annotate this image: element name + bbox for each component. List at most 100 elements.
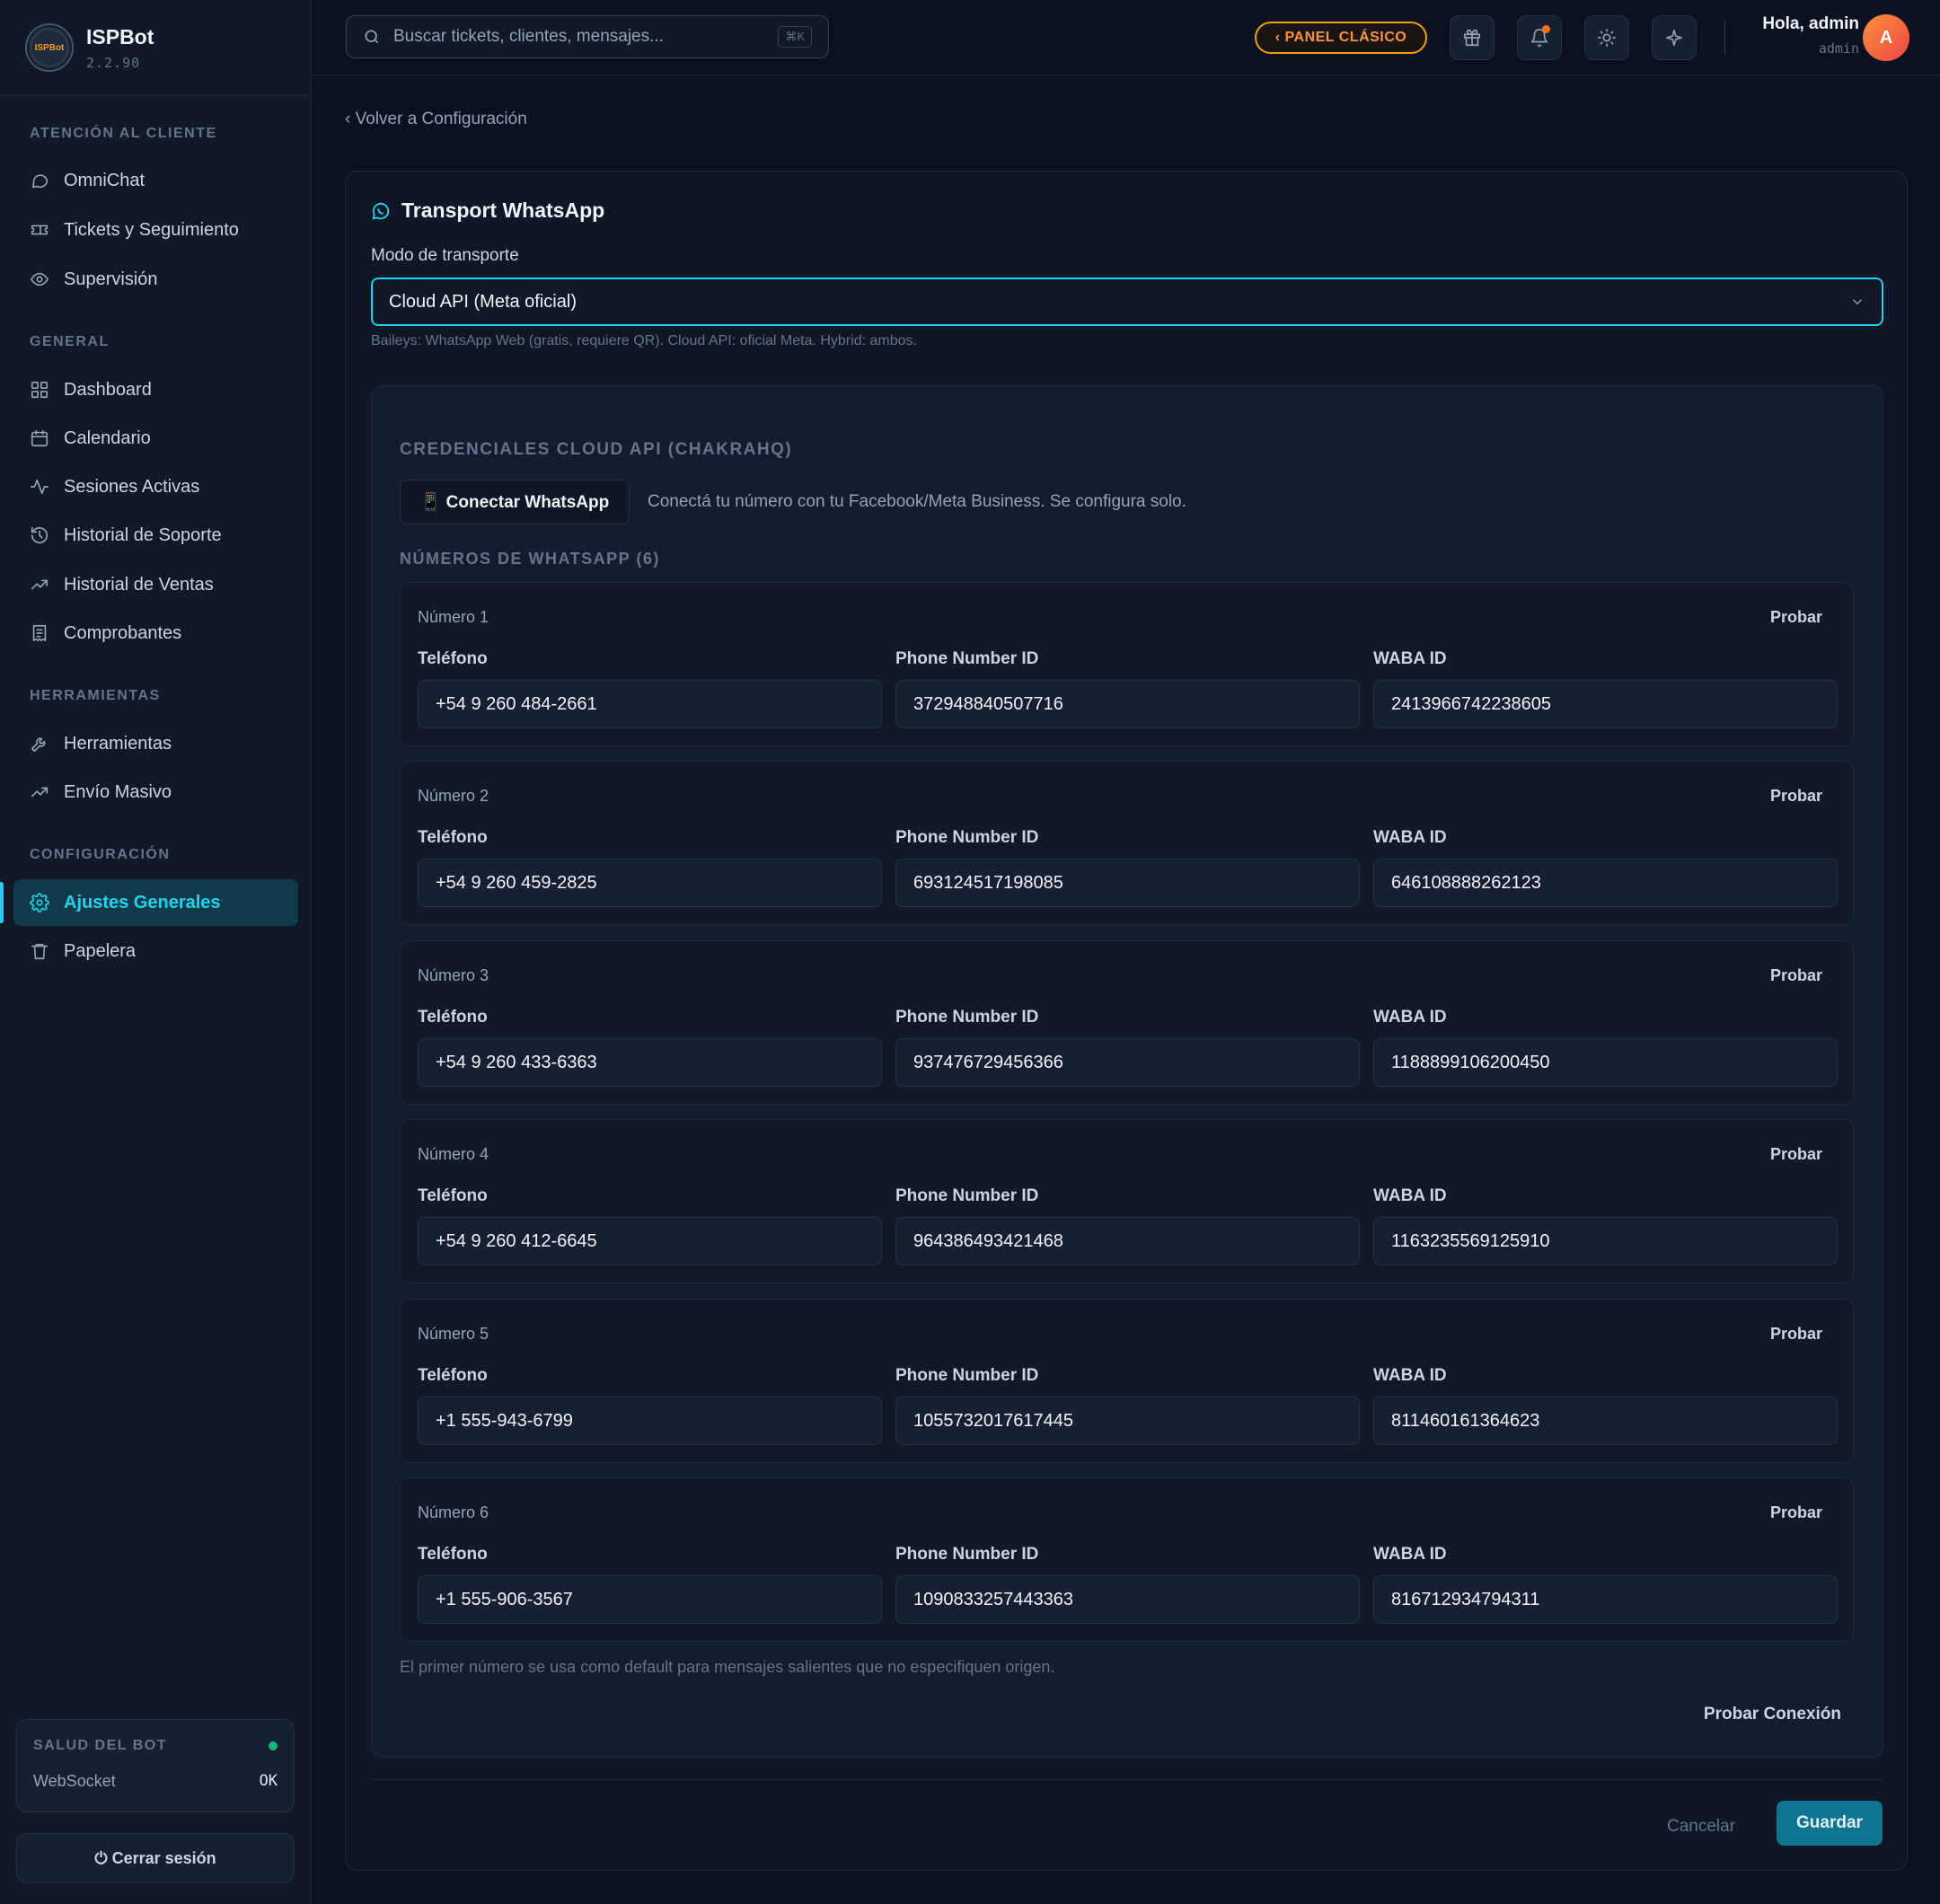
wrench-icon bbox=[30, 734, 49, 754]
sidebar-item-ajustes-generales[interactable]: Ajustes Generales bbox=[13, 879, 298, 926]
top-header: Buscar tickets, clientes, mensajes... ⌘K… bbox=[312, 0, 1940, 75]
nav-section-title: ATENCIÓN AL CLIENTE bbox=[30, 126, 217, 141]
number-title: Número 5 bbox=[418, 1325, 489, 1343]
phone-id-label: Phone Number ID bbox=[895, 1008, 1039, 1027]
notifications-button[interactable] bbox=[1517, 15, 1562, 60]
health-value: OK bbox=[259, 1772, 278, 1790]
user-role: admin bbox=[1818, 40, 1859, 57]
mode-hint: Baileys: WhatsApp Web (gratis, requiere … bbox=[371, 333, 917, 348]
sidebar-item-label: Comprobantes bbox=[64, 622, 182, 643]
header-divider bbox=[1724, 20, 1725, 54]
phone-input[interactable]: +54 9 260 412-6645 bbox=[418, 1217, 882, 1265]
waba-label: WABA ID bbox=[1373, 828, 1447, 847]
active-indicator bbox=[0, 882, 4, 923]
sidebar-item-label: Sesiones Activas bbox=[64, 476, 200, 497]
phone-id-input[interactable]: 964386493421468 bbox=[895, 1217, 1360, 1265]
sidebar-item-label: Tickets y Seguimiento bbox=[64, 219, 239, 240]
waba-label: WABA ID bbox=[1373, 1186, 1447, 1205]
health-status-dot bbox=[269, 1741, 278, 1750]
sidebar-item-envio-masivo[interactable]: Envío Masivo bbox=[13, 769, 298, 815]
mode-label: Modo de transporte bbox=[371, 246, 519, 265]
phone-id-input[interactable]: 1055732017617445 bbox=[895, 1397, 1360, 1445]
waba-input[interactable]: 1188899106200450 bbox=[1373, 1038, 1838, 1087]
test-number-button[interactable]: Probar bbox=[1770, 1503, 1822, 1522]
waba-input[interactable]: 811460161364623 bbox=[1373, 1397, 1838, 1445]
test-connection-button[interactable]: Probar Conexión bbox=[1704, 1705, 1841, 1724]
default-number-note: El primer número se usa como default par… bbox=[400, 1658, 1055, 1676]
waba-label: WABA ID bbox=[1373, 1008, 1447, 1027]
sidebar-item-omnichat[interactable]: OmniChat bbox=[13, 157, 298, 204]
sidebar: ISPBot ISPBot 2.2.90 ATENCIÓN AL CLIENTE… bbox=[0, 0, 312, 1904]
sidebar-item-dashboard[interactable]: Dashboard bbox=[13, 366, 298, 413]
chevron-down-icon bbox=[1852, 299, 1863, 305]
test-number-button[interactable]: Probar bbox=[1770, 1145, 1822, 1164]
save-button[interactable]: Guardar bbox=[1777, 1801, 1883, 1846]
sidebar-item-historial-soporte[interactable]: Historial de Soporte bbox=[13, 512, 298, 559]
gift-button[interactable] bbox=[1450, 15, 1495, 60]
phone-id-input[interactable]: 693124517198085 bbox=[895, 859, 1360, 907]
trending-icon bbox=[30, 575, 49, 595]
sidebar-item-historial-ventas[interactable]: Historial de Ventas bbox=[13, 561, 298, 608]
ai-assistant-button[interactable] bbox=[1652, 15, 1697, 60]
health-title: SALUD DEL BOT bbox=[33, 1738, 167, 1753]
back-link[interactable]: ‹ Volver a Configuración bbox=[345, 110, 527, 129]
gift-icon bbox=[1463, 29, 1481, 47]
test-number-button[interactable]: Probar bbox=[1770, 787, 1822, 806]
sidebar-item-calendario[interactable]: Calendario bbox=[13, 415, 298, 462]
sidebar-item-label: Envío Masivo bbox=[64, 781, 172, 802]
phone-id-input[interactable]: 1090833257443363 bbox=[895, 1575, 1360, 1624]
numbers-title: NÚMEROS DE WHATSAPP (6) bbox=[400, 550, 660, 568]
transport-mode-value: Cloud API (Meta oficial) bbox=[389, 291, 577, 312]
whatsapp-number-card: Número 3 Probar Teléfono +54 9 260 433-6363… bbox=[400, 940, 1854, 1105]
test-number-button[interactable]: Probar bbox=[1770, 608, 1822, 627]
connect-whatsapp-button[interactable]: 📱 Conectar WhatsApp bbox=[400, 480, 630, 524]
waba-input[interactable]: 646108888262123 bbox=[1373, 859, 1838, 907]
sidebar-item-label: Ajustes Generales bbox=[64, 892, 221, 912]
sidebar-item-label: Dashboard bbox=[64, 379, 152, 400]
calendar-icon bbox=[30, 428, 49, 448]
classic-panel-button[interactable]: ‹ PANEL CLÁSICO bbox=[1255, 22, 1427, 54]
theme-toggle-button[interactable] bbox=[1584, 15, 1629, 60]
phone-label: Teléfono bbox=[418, 1186, 488, 1205]
sidebar-item-comprobantes[interactable]: Comprobantes bbox=[13, 610, 298, 657]
phone-input[interactable]: +54 9 260 484-2661 bbox=[418, 680, 882, 728]
search-shortcut: ⌘K bbox=[778, 26, 812, 48]
phone-id-input[interactable]: 372948840507716 bbox=[895, 680, 1360, 728]
transport-mode-select[interactable]: Cloud API (Meta oficial) bbox=[371, 278, 1883, 326]
sidebar-item-papelera[interactable]: Papelera bbox=[13, 928, 298, 974]
sidebar-item-tickets[interactable]: Tickets y Seguimiento bbox=[13, 207, 298, 253]
cancel-button[interactable]: Cancelar bbox=[1667, 1804, 1735, 1849]
test-number-button[interactable]: Probar bbox=[1770, 1325, 1822, 1344]
phone-id-label: Phone Number ID bbox=[895, 1545, 1039, 1564]
footer-divider bbox=[371, 1779, 1883, 1780]
avatar[interactable]: A bbox=[1863, 14, 1909, 61]
phone-input[interactable]: +54 9 260 459-2825 bbox=[418, 859, 882, 907]
sidebar-item-herramientas[interactable]: Herramientas bbox=[13, 720, 298, 767]
whatsapp-number-card: Número 2 Probar Teléfono +54 9 260 459-2825… bbox=[400, 761, 1854, 925]
waba-input[interactable]: 2413966742238605 bbox=[1373, 680, 1838, 728]
sidebar-item-supervision[interactable]: Supervisión bbox=[13, 256, 298, 303]
sidebar-item-sesiones[interactable]: Sesiones Activas bbox=[13, 463, 298, 510]
logout-button[interactable]: ⏻ Cerrar sesión bbox=[16, 1833, 295, 1883]
phone-input[interactable]: +54 9 260 433-6363 bbox=[418, 1038, 882, 1087]
user-greeting: Hola, admin bbox=[1762, 14, 1859, 33]
activity-icon bbox=[30, 477, 49, 497]
waba-input[interactable]: 1163235569125910 bbox=[1373, 1217, 1838, 1265]
search-input[interactable]: Buscar tickets, clientes, mensajes... ⌘K bbox=[346, 15, 829, 58]
number-title: Número 4 bbox=[418, 1145, 489, 1163]
waba-input[interactable]: 816712934794311 bbox=[1373, 1575, 1838, 1624]
number-title: Número 6 bbox=[418, 1503, 489, 1521]
brand-logo: ISPBot bbox=[25, 23, 74, 72]
notification-dot bbox=[1542, 25, 1550, 33]
phone-id-input[interactable]: 937476729456366 bbox=[895, 1038, 1360, 1087]
nav-section-title: CONFIGURACIÓN bbox=[30, 847, 171, 862]
brand-version: 2.2.90 bbox=[86, 54, 141, 71]
test-number-button[interactable]: Probar bbox=[1770, 966, 1822, 985]
number-title: Número 1 bbox=[418, 608, 489, 626]
whatsapp-number-card: Número 1 Probar Teléfono +54 9 260 484-2661… bbox=[400, 582, 1854, 746]
phone-input[interactable]: +1 555-906-3567 bbox=[418, 1575, 882, 1624]
connect-hint: Conectá tu número con tu Facebook/Meta B… bbox=[648, 492, 1186, 511]
trash-icon bbox=[30, 941, 49, 961]
phone-input[interactable]: +1 555-943-6799 bbox=[418, 1397, 882, 1445]
grid-icon bbox=[30, 380, 49, 400]
